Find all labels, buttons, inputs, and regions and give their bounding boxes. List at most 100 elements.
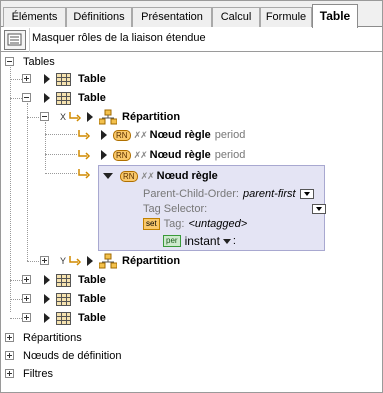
- parent-child-value[interactable]: parent-first: [243, 188, 296, 200]
- tree-node-table[interactable]: Table: [22, 89, 106, 107]
- triangle-right-icon[interactable]: [101, 130, 107, 140]
- collapse-toggle[interactable]: [40, 112, 49, 121]
- expand-toggle[interactable]: [5, 351, 14, 360]
- tab-definitions[interactable]: Définitions: [66, 7, 132, 27]
- table-icon: [56, 311, 71, 325]
- tree-node-table[interactable]: Table: [22, 70, 106, 88]
- tree-node-filters[interactable]: Filtres: [5, 365, 53, 383]
- axis-label: X: [60, 112, 67, 122]
- expand-toggle[interactable]: [5, 369, 14, 378]
- tree-line: [27, 117, 39, 118]
- table-icon: [56, 72, 71, 86]
- triangle-right-icon[interactable]: [44, 275, 50, 285]
- triangle-right-icon[interactable]: [87, 112, 94, 122]
- tree-node-rule[interactable]: RN ✗✗ Nœud règle period: [77, 146, 245, 164]
- tree-line: [27, 103, 28, 261]
- breakdown-icon: [99, 109, 118, 125]
- rule-node-badge: RN: [120, 170, 138, 182]
- tree-line: [27, 261, 39, 262]
- expand-toggle[interactable]: [22, 74, 31, 83]
- table-window: Éléments Définitions Présentation Calcul…: [0, 0, 383, 393]
- instant-value[interactable]: instant: [185, 234, 220, 248]
- triangle-right-icon[interactable]: [44, 313, 50, 323]
- tab-formule[interactable]: Formule: [260, 7, 312, 27]
- rule-node-badge: RN: [113, 149, 131, 161]
- triangle-right-icon[interactable]: [44, 294, 50, 304]
- toolbar-label: Masquer rôles de la liaison étendue: [32, 32, 206, 44]
- rule-node-panel: RN ✗✗ Nœud règle Parent-Child-Order: par…: [98, 165, 326, 251]
- expand-toggle[interactable]: [22, 275, 31, 284]
- tree-line: [10, 79, 22, 80]
- node-label: Nœud règle: [149, 149, 211, 161]
- tree-node-breakdown-y[interactable]: Y Répartition: [40, 252, 180, 270]
- node-label: Répartition: [122, 111, 181, 123]
- strike-icon: ✗✗: [140, 170, 155, 181]
- tree-line: [10, 280, 22, 281]
- panel-header[interactable]: RN ✗✗ Nœud règle: [103, 167, 218, 185]
- set-badge: set: [143, 218, 160, 230]
- table-icon: [56, 292, 71, 306]
- tab-presentation[interactable]: Présentation: [132, 7, 212, 27]
- node-label: Table: [78, 92, 106, 104]
- tree-node-rule-link: [77, 165, 91, 183]
- tree-line: [45, 173, 77, 174]
- node-label: Table: [78, 312, 106, 324]
- tree-node-tables[interactable]: Tables: [5, 53, 55, 71]
- toolbar-separator: [29, 28, 30, 52]
- strike-icon: ✗✗: [133, 129, 148, 140]
- parent-child-dropdown[interactable]: [299, 189, 314, 199]
- expand-toggle[interactable]: [22, 313, 31, 322]
- link-arrow-icon: [69, 112, 82, 122]
- expand-toggle[interactable]: [22, 294, 31, 303]
- table-icon: [56, 91, 71, 105]
- link-arrow-icon: [78, 169, 91, 179]
- node-label: Tables: [23, 56, 55, 68]
- link-arrow-icon: [78, 150, 91, 160]
- rule-node-badge: RN: [113, 129, 131, 141]
- tree-node-breakdown-x[interactable]: X Répartition: [40, 108, 180, 126]
- instant-dropdown-icon[interactable]: [222, 238, 231, 244]
- triangle-right-icon[interactable]: [44, 74, 50, 84]
- tree-view: Tables Table Table X Répartition RN ✗✗ N…: [1, 53, 382, 392]
- hide-roles-button[interactable]: [4, 30, 26, 50]
- triangle-down-icon[interactable]: [103, 173, 113, 179]
- node-label: Filtres: [23, 368, 53, 380]
- breakdown-icon: [99, 253, 118, 269]
- tree-node-definition-nodes[interactable]: Nœuds de définition: [5, 347, 121, 365]
- tree-line: [10, 67, 11, 312]
- node-suffix: period: [214, 149, 246, 161]
- tree-node-rule[interactable]: RN ✗✗ Nœud règle period: [77, 126, 245, 144]
- triangle-right-icon[interactable]: [44, 93, 50, 103]
- tab-calcul[interactable]: Calcul: [212, 7, 260, 27]
- tab-table[interactable]: Table: [312, 4, 358, 28]
- toolbar: Masquer rôles de la liaison étendue: [1, 28, 382, 52]
- expand-toggle[interactable]: [5, 333, 14, 342]
- parent-child-label: Parent-Child-Order:: [143, 188, 239, 200]
- tab-bar: Éléments Définitions Présentation Calcul…: [1, 1, 382, 28]
- expand-toggle[interactable]: [40, 256, 49, 265]
- axis-label: Y: [60, 256, 67, 266]
- tab-elements[interactable]: Éléments: [3, 7, 66, 27]
- tree-line: [45, 122, 46, 170]
- period-row: per instant :: [163, 232, 236, 250]
- tag-selector-dropdown[interactable]: [312, 204, 326, 214]
- triangle-right-icon[interactable]: [87, 256, 94, 266]
- node-suffix: period: [214, 129, 246, 141]
- tree-node-table[interactable]: Table: [22, 271, 106, 289]
- node-label: Table: [78, 293, 106, 305]
- triangle-right-icon[interactable]: [101, 150, 107, 160]
- tag-selector-label: Tag Selector:: [143, 203, 208, 215]
- node-label: Nœuds de définition: [23, 350, 122, 362]
- link-arrow-icon: [78, 130, 91, 140]
- tree-line: [10, 318, 22, 319]
- tree-node-repartitions[interactable]: Répartitions: [5, 329, 82, 347]
- tree-node-table[interactable]: Table: [22, 290, 106, 308]
- collapse-toggle[interactable]: [5, 57, 14, 66]
- collapse-toggle[interactable]: [22, 93, 31, 102]
- tag-value[interactable]: <untagged>: [188, 218, 247, 230]
- tag-label: Tag:: [163, 218, 185, 230]
- node-label: Nœud règle: [149, 129, 211, 141]
- tree-node-table[interactable]: Table: [22, 309, 106, 327]
- strike-icon: ✗✗: [133, 149, 148, 160]
- tag-row: set Tag: <untagged>: [143, 215, 247, 233]
